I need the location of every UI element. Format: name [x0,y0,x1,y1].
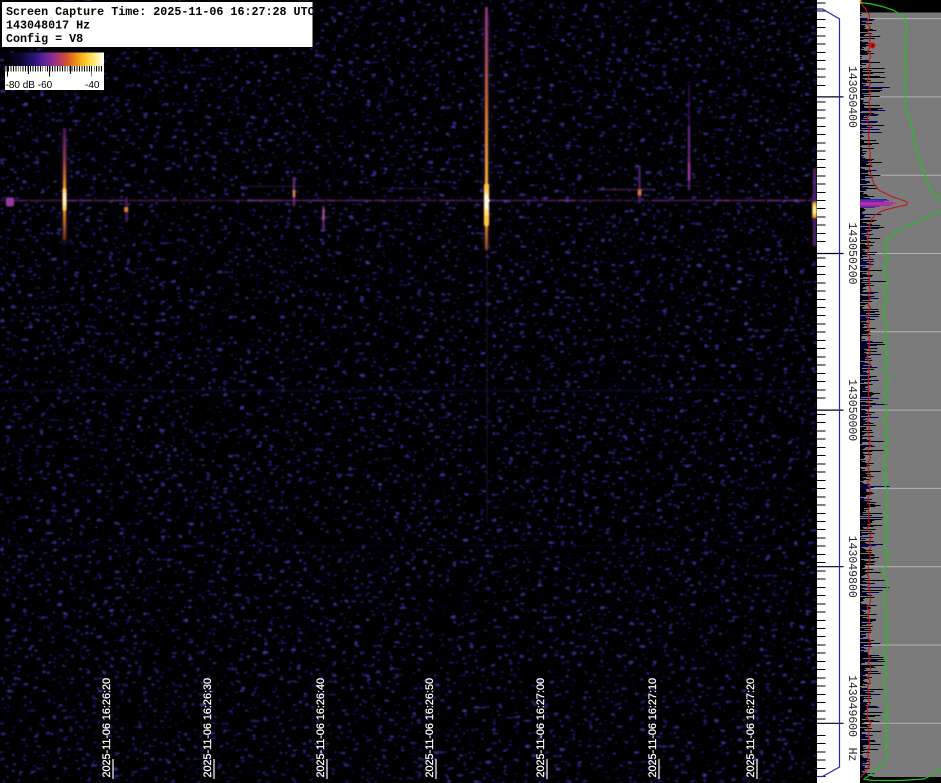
svg-text:Screen Capture Time: 2025-11-0: Screen Capture Time: 2025-11-06 16:27:28… [6,5,315,19]
svg-text:Hz: Hz [845,748,858,762]
svg-text:143050200: 143050200 [845,222,858,284]
svg-text:2025-11-06 16:26:50: 2025-11-06 16:26:50 [424,678,436,777]
svg-text:143049600: 143049600 [845,675,858,737]
svg-text:2025-11-06 16:26:20: 2025-11-06 16:26:20 [101,678,113,777]
svg-text:2025-11-06 16:27:20: 2025-11-06 16:27:20 [745,678,757,777]
svg-text:-80 dB -60: -80 dB -60 [6,80,53,91]
svg-text:143049800: 143049800 [845,536,858,598]
svg-text:143050000: 143050000 [845,379,858,441]
svg-text:2025-11-06 16:26:40: 2025-11-06 16:26:40 [315,678,327,777]
svg-text:Config = V8: Config = V8 [6,32,83,46]
svg-text:2025-11-06 16:27:10: 2025-11-06 16:27:10 [647,678,659,777]
svg-text:143050400: 143050400 [845,66,858,128]
svg-text:2025-11-06 16:27:00: 2025-11-06 16:27:00 [535,678,547,777]
svg-text:143048017 Hz: 143048017 Hz [6,19,90,33]
svg-text:2025-11-06 16:26:30: 2025-11-06 16:26:30 [202,678,214,777]
svg-text:-40: -40 [85,80,100,91]
